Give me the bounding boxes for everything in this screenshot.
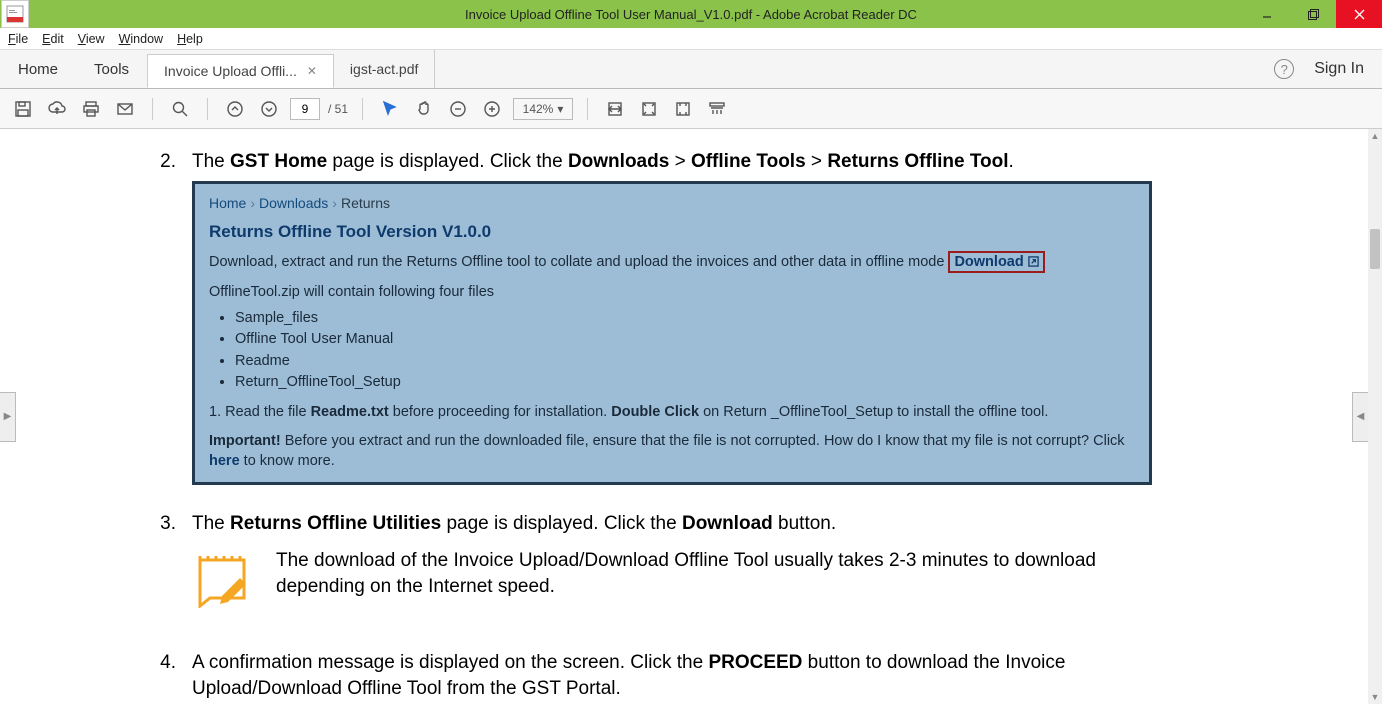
tools-button[interactable]: Tools	[76, 50, 147, 88]
separator	[207, 98, 208, 120]
close-tab-icon[interactable]: ✕	[307, 64, 317, 78]
zoom-in-icon[interactable]	[479, 96, 505, 122]
scroll-thumb[interactable]	[1370, 229, 1380, 269]
home-button[interactable]: Home	[0, 50, 76, 88]
bold-text: Download	[682, 513, 773, 534]
note-text: The download of the Invoice Upload/Downl…	[276, 548, 1152, 608]
note-row: The download of the Invoice Upload/Downl…	[192, 548, 1152, 608]
sign-in-button[interactable]: Sign In	[1314, 60, 1364, 78]
text: page is displayed. Click the	[441, 513, 682, 534]
fit-width-icon[interactable]	[602, 96, 628, 122]
page-total: / 51	[328, 102, 348, 116]
page-down-icon[interactable]	[256, 96, 282, 122]
bold-text: Returns Offline Utilities	[230, 513, 441, 534]
page-up-icon[interactable]	[222, 96, 248, 122]
titlebar: Invoice Upload Offline Tool User Manual_…	[0, 0, 1382, 28]
breadcrumb: Home›Downloads›Returns	[209, 194, 1135, 213]
bold-text: GST Home	[230, 151, 327, 172]
menubar: File Edit View Window Help	[0, 28, 1382, 50]
text: The	[192, 513, 230, 534]
document-viewport[interactable]: 2. The GST Home page is displayed. Click…	[16, 129, 1352, 704]
right-panel-handle[interactable]: ◀	[1352, 392, 1368, 442]
vertical-scrollbar[interactable]: ▲ ▼	[1368, 129, 1382, 704]
select-tool-icon[interactable]	[377, 96, 403, 122]
panel-instruction-1: 1. Read the file Readme.txt before proce…	[209, 403, 1135, 423]
text: The	[192, 151, 230, 172]
menu-file[interactable]: File	[8, 32, 28, 46]
zoom-value-dropdown[interactable]: 142%▾	[513, 98, 573, 120]
step-2: 2. The GST Home page is displayed. Click…	[156, 149, 1152, 485]
help-icon[interactable]: ?	[1274, 59, 1294, 79]
step-number: 3.	[156, 511, 192, 637]
bold-text: Returns Offline Tool	[827, 151, 1008, 172]
separator	[587, 98, 588, 120]
fit-page-icon[interactable]	[636, 96, 662, 122]
text: >	[669, 151, 691, 172]
step-4: 4. A confirmation message is displayed o…	[156, 650, 1152, 701]
crumb-downloads: Downloads	[259, 195, 328, 211]
step-number: 2.	[156, 149, 192, 485]
zoom-value: 142%	[523, 102, 554, 116]
text: button.	[773, 513, 836, 534]
list-item: Readme	[235, 352, 1135, 372]
menu-edit[interactable]: Edit	[42, 32, 64, 46]
text: A confirmation message is displayed on t…	[192, 652, 708, 673]
list-item: Sample_files	[235, 309, 1135, 329]
download-link-highlight: Download	[948, 251, 1044, 273]
toolbar: / 51 142%▾	[0, 89, 1382, 129]
content-area: ▶ ◀ ▲ ▼ 2. The GST Home page is displaye…	[0, 129, 1382, 704]
step-3: 3. The Returns Offline Utilities page is…	[156, 511, 1152, 637]
page-number-input[interactable]	[290, 98, 320, 120]
scroll-down-icon[interactable]: ▼	[1368, 690, 1382, 704]
bold-text: PROCEED	[708, 652, 802, 673]
text: >	[806, 151, 828, 172]
doc-tabs: Home Tools Invoice Upload Offli... ✕ igs…	[0, 50, 1382, 89]
tab-active-label: Invoice Upload Offli...	[164, 63, 297, 79]
text: page is displayed. Click the	[327, 151, 568, 172]
left-panel-handle[interactable]: ▶	[0, 392, 16, 442]
window-title: Invoice Upload Offline Tool User Manual_…	[0, 7, 1382, 22]
bold-text: Downloads	[568, 151, 669, 172]
separator	[362, 98, 363, 120]
embedded-screenshot-panel: Home›Downloads›Returns Returns Offline T…	[192, 181, 1152, 485]
here-link: here	[209, 453, 240, 469]
crumb-returns: Returns	[341, 195, 390, 211]
menu-window[interactable]: Window	[119, 32, 163, 46]
panel-zipline: OfflineTool.zip will contain following f…	[209, 283, 1135, 303]
bold-text: Offline Tools	[691, 151, 806, 172]
menu-view[interactable]: View	[78, 32, 105, 46]
list-item: Offline Tool User Manual	[235, 330, 1135, 350]
panel-intro: Download, extract and run the Returns Of…	[209, 254, 944, 270]
hand-tool-icon[interactable]	[411, 96, 437, 122]
note-icon	[192, 548, 252, 608]
panel-title: Returns Offline Tool Version V1.0.0	[209, 221, 1135, 244]
save-icon[interactable]	[10, 96, 36, 122]
text: .	[1009, 151, 1014, 172]
print-icon[interactable]	[78, 96, 104, 122]
read-mode-icon[interactable]	[704, 96, 730, 122]
zip-contents-list: Sample_files Offline Tool User Manual Re…	[235, 309, 1135, 393]
step-number: 4.	[156, 650, 192, 701]
zoom-out-icon[interactable]	[445, 96, 471, 122]
list-item: Return_OfflineTool_Setup	[235, 373, 1135, 393]
tab-active-doc[interactable]: Invoice Upload Offli... ✕	[147, 54, 334, 88]
crumb-home: Home	[209, 195, 246, 211]
menu-help[interactable]: Help	[177, 32, 203, 46]
chevron-down-icon: ▾	[557, 102, 563, 116]
cloud-upload-icon[interactable]	[44, 96, 70, 122]
tab-other-label: igst-act.pdf	[350, 61, 418, 77]
separator	[152, 98, 153, 120]
tab-other-doc[interactable]: igst-act.pdf	[334, 50, 435, 88]
fullscreen-icon[interactable]	[670, 96, 696, 122]
mail-icon[interactable]	[112, 96, 138, 122]
panel-important: Important! Before you extract and run th…	[209, 432, 1135, 471]
scroll-up-icon[interactable]: ▲	[1368, 129, 1382, 143]
search-icon[interactable]	[167, 96, 193, 122]
